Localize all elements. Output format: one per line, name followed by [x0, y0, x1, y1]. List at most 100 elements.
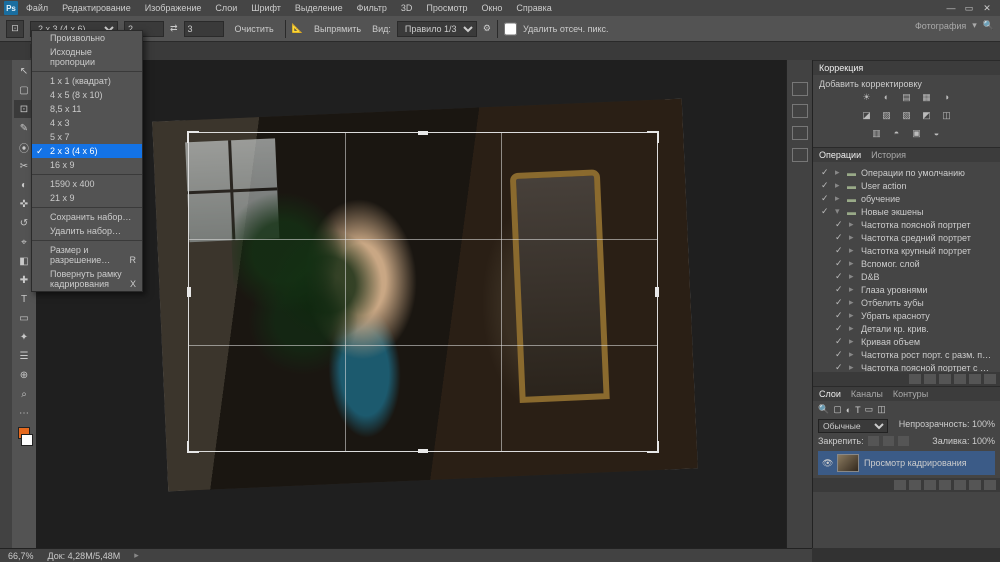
crop-handle-bottom[interactable] — [418, 449, 428, 453]
menu-image[interactable]: Изображение — [139, 1, 208, 15]
lock-pixels-icon[interactable] — [868, 436, 879, 446]
rail-icon[interactable] — [792, 104, 808, 118]
filter-smart-icon[interactable]: ◫ — [877, 404, 886, 415]
dd-item[interactable]: Повернуть рамку кадрированияX — [32, 267, 142, 291]
dd-item[interactable]: Размер и разрешение…R — [32, 243, 142, 267]
crop-clear-button[interactable]: Очистить — [230, 22, 279, 36]
adjustments-tab[interactable]: Коррекция — [819, 63, 863, 73]
action-row[interactable]: ✓▸Вспомог. слой — [819, 257, 994, 270]
paths-tab[interactable]: Контуры — [893, 389, 928, 399]
lock-all-icon[interactable] — [898, 436, 909, 446]
tool-button[interactable]: ⌕ — [14, 385, 34, 403]
crop-handle-bl[interactable] — [187, 441, 199, 453]
crop-handle-left[interactable] — [187, 287, 191, 297]
filter-shape-icon[interactable]: ▭ — [865, 404, 874, 415]
dd-item[interactable]: Сохранить набор… — [32, 210, 142, 224]
dd-item[interactable]: 8,5 x 11 — [32, 102, 142, 116]
history-tab[interactable]: История — [871, 150, 906, 160]
menu-layer[interactable]: Слои — [209, 1, 243, 15]
action-row[interactable]: ✓▸Убрать красноту — [819, 309, 994, 322]
menu-3d[interactable]: 3D — [395, 1, 419, 15]
search-icon[interactable]: 🔍 — [983, 20, 994, 31]
crop-handle-right[interactable] — [655, 287, 659, 297]
filter-type-icon[interactable]: 🔍 — [818, 404, 829, 415]
crop-handle-br[interactable] — [647, 441, 659, 453]
menu-window[interactable]: Окно — [475, 1, 508, 15]
dd-item[interactable]: 1 x 1 (квадрат) — [32, 74, 142, 88]
dd-item[interactable]: 5 x 7 — [32, 130, 142, 144]
actions-tab[interactable]: Операции — [819, 150, 861, 160]
workspace-switcher[interactable]: Фотография▾ 🔍 — [915, 20, 994, 31]
menu-help[interactable]: Справка — [510, 1, 557, 15]
tool-button[interactable]: T — [14, 290, 34, 308]
background-color[interactable] — [21, 434, 33, 446]
lock-position-icon[interactable] — [883, 436, 894, 446]
crop-height-input[interactable] — [184, 21, 224, 37]
action-row[interactable]: ✓▸Глаза уровнями — [819, 283, 994, 296]
filter-adjust-icon[interactable]: ◐ — [846, 405, 851, 415]
action-row[interactable]: ✓▸Частотка рост порт. с разм. по поверхн… — [819, 348, 994, 361]
layer-thumbnail[interactable] — [837, 454, 859, 472]
crop-handle-tr[interactable] — [647, 131, 659, 143]
play-icon[interactable] — [939, 374, 951, 384]
rail-icon[interactable] — [792, 148, 808, 162]
action-row[interactable]: ✓▸Частотка поясной портрет — [819, 218, 994, 231]
tool-button[interactable]: ⋯ — [14, 404, 34, 422]
layer-row[interactable]: 👁 Просмотр кадрирования — [818, 451, 995, 475]
delete-cropped-checkbox[interactable] — [504, 21, 517, 37]
record-icon[interactable] — [924, 374, 936, 384]
swap-wh-icon[interactable]: ⇄ — [170, 23, 178, 34]
straighten-icon[interactable]: 📐 — [292, 23, 303, 34]
action-row[interactable]: ✓▸D&B — [819, 270, 994, 283]
canvas[interactable] — [36, 60, 786, 548]
action-row[interactable]: ✓▸Частотка поясной портрет с размытием п… — [819, 361, 994, 372]
dd-item[interactable]: 16 x 9 — [32, 158, 142, 172]
zoom-level[interactable]: 66,7% — [8, 551, 34, 561]
menu-view[interactable]: Просмотр — [420, 1, 473, 15]
crop-handle-tl[interactable] — [187, 131, 199, 143]
action-row[interactable]: ✓▸Кривая объем — [819, 335, 994, 348]
filter-type-t-icon[interactable]: T — [855, 405, 861, 415]
rail-icon[interactable] — [792, 126, 808, 140]
visibility-icon[interactable]: 👁 — [822, 458, 832, 469]
crop-settings-icon[interactable]: ⚙ — [483, 23, 491, 34]
mask-icon[interactable] — [924, 480, 936, 490]
new-layer-icon[interactable] — [969, 480, 981, 490]
filter-pixel-icon[interactable]: ▢ — [833, 404, 842, 415]
trash-icon[interactable] — [984, 374, 996, 384]
dd-item[interactable]: Произвольно — [32, 31, 142, 45]
tool-button[interactable]: ☰ — [14, 347, 34, 365]
new-action-icon[interactable] — [969, 374, 981, 384]
stop-icon[interactable] — [909, 374, 921, 384]
action-row[interactable]: ✓▸Частотка крупный портрет — [819, 244, 994, 257]
action-row[interactable]: ✓▾▬Новые экшены — [819, 205, 994, 218]
dd-item[interactable]: 4 x 5 (8 x 10) — [32, 88, 142, 102]
window-maximize-icon[interactable]: ▭ — [962, 3, 976, 14]
doc-info[interactable]: Док: 4,28M/5,48M — [48, 551, 121, 561]
menu-type[interactable]: Шрифт — [245, 1, 287, 15]
menu-edit[interactable]: Редактирование — [56, 1, 137, 15]
tool-button[interactable]: ✦ — [14, 328, 34, 346]
delete-layer-icon[interactable] — [984, 480, 996, 490]
fx-icon[interactable] — [909, 480, 921, 490]
window-minimize-icon[interactable]: — — [944, 3, 958, 14]
layers-tab[interactable]: Слои — [819, 389, 841, 399]
dd-item-selected[interactable]: 2 x 3 (4 x 6) — [32, 144, 142, 158]
crop-overlay-select[interactable]: Правило 1/3 — [397, 21, 477, 37]
crop-tool-icon[interactable]: ⊡ — [6, 20, 24, 38]
menu-file[interactable]: Файл — [20, 1, 54, 15]
action-row[interactable]: ✓▸Частотка средний портрет — [819, 231, 994, 244]
dd-item[interactable]: 21 x 9 — [32, 191, 142, 205]
channels-tab[interactable]: Каналы — [851, 389, 883, 399]
action-row[interactable]: ✓▸Отбелить зубы — [819, 296, 994, 309]
new-fill-icon[interactable] — [939, 480, 951, 490]
status-arrow-icon[interactable]: ▸ — [134, 550, 139, 561]
window-close-icon[interactable]: ✕ — [980, 3, 994, 14]
action-row[interactable]: ✓▸▬User action — [819, 179, 994, 192]
new-group-icon[interactable] — [954, 480, 966, 490]
dd-item[interactable]: 1590 x 400 — [32, 177, 142, 191]
crop-handle-top[interactable] — [418, 131, 428, 135]
rail-icon[interactable] — [792, 82, 808, 96]
blend-mode-select[interactable]: Обычные — [818, 419, 888, 433]
link-layers-icon[interactable] — [894, 480, 906, 490]
